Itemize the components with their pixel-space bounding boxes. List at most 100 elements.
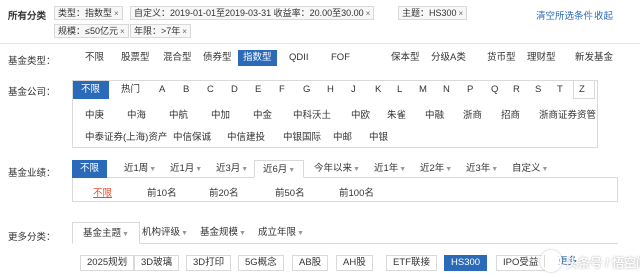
type-option[interactable]: 不限 bbox=[80, 50, 109, 66]
theme-option[interactable]: AB股 bbox=[292, 255, 329, 271]
filter-summary-bar: 所有分类 类型：指数型 × 自定义：2019-01-01至2019-03-31 收… bbox=[0, 0, 640, 44]
company-item[interactable]: 中加 bbox=[211, 107, 230, 121]
company-item[interactable]: 中信建投 bbox=[227, 129, 265, 143]
company-tab[interactable]: A bbox=[151, 81, 174, 99]
theme-option[interactable]: AH股 bbox=[336, 255, 373, 271]
company-item[interactable]: 中银国际 bbox=[283, 129, 321, 143]
type-option[interactable]: 分级A类 bbox=[426, 50, 471, 66]
type-option[interactable]: 混合型 bbox=[158, 50, 197, 66]
theme-option[interactable]: IPO受益 bbox=[496, 255, 546, 271]
perf-tab-label: 近3月 bbox=[216, 163, 241, 174]
type-option[interactable]: 债券型 bbox=[198, 50, 237, 66]
perf-tab[interactable]: 近1年▼ bbox=[366, 160, 414, 178]
more-tab[interactable]: 成立年限▼ bbox=[248, 222, 314, 244]
chip-age[interactable]: 年限：>7年 × bbox=[130, 24, 191, 38]
company-tab[interactable]: Q bbox=[483, 81, 507, 99]
more-tab-selected[interactable]: 基金主题▼ bbox=[72, 222, 140, 244]
company-item[interactable]: 中航 bbox=[169, 107, 188, 121]
company-item[interactable]: 中欧 bbox=[351, 107, 370, 121]
performance-label: 基金业绩： bbox=[8, 168, 56, 179]
type-option[interactable]: 理财型 bbox=[522, 50, 561, 66]
theme-option[interactable]: 2025规划 bbox=[80, 255, 135, 271]
type-option[interactable]: 新发基金 bbox=[570, 50, 618, 66]
company-tab[interactable]: R bbox=[505, 81, 529, 99]
perf-tab[interactable]: 自定义▼ bbox=[504, 160, 556, 178]
chevron-down-icon: ▼ bbox=[541, 166, 549, 173]
company-tab[interactable]: L bbox=[389, 81, 411, 99]
perf-tab[interactable]: 近1周▼ bbox=[116, 160, 164, 178]
perf-tab[interactable]: 近1月▼ bbox=[162, 160, 210, 178]
fund-company-label: 基金公司： bbox=[8, 87, 56, 98]
company-tab[interactable]: B bbox=[175, 81, 198, 99]
company-item[interactable]: 中庚 bbox=[85, 107, 104, 121]
company-tab[interactable]: F bbox=[271, 81, 294, 99]
type-option-active[interactable]: 指数型 bbox=[238, 50, 277, 66]
chip-theme[interactable]: 主题：HS300 × bbox=[398, 6, 468, 20]
theme-option[interactable]: 3D玻璃 bbox=[134, 255, 180, 271]
more-tab[interactable]: 基金规模▼ bbox=[190, 222, 256, 244]
theme-option[interactable]: 5G概念 bbox=[238, 255, 284, 271]
chip-custom-return[interactable]: 自定义：2019-01-01至2019-03-31 收益率：20.00至30.0… bbox=[130, 6, 375, 20]
theme-option-active[interactable]: HS300 bbox=[444, 255, 488, 271]
type-option[interactable]: 保本型 bbox=[386, 50, 425, 66]
rank-option[interactable]: 前20名 bbox=[209, 185, 239, 199]
chevron-down-icon: ▼ bbox=[149, 166, 157, 173]
type-option[interactable]: QDII bbox=[284, 50, 314, 66]
collapse-link[interactable]: 收起 bbox=[594, 8, 613, 22]
perf-tab[interactable]: 近3月▼ bbox=[208, 160, 256, 178]
more-tab[interactable]: 机构评级▼ bbox=[132, 222, 198, 244]
company-tab[interactable]: E bbox=[247, 81, 270, 99]
clear-all-link[interactable]: 清空所选条件 bbox=[536, 8, 593, 22]
company-tab-z[interactable]: Z bbox=[573, 81, 595, 99]
rank-option[interactable]: 前50名 bbox=[275, 185, 305, 199]
company-item[interactable]: 中泰证券(上海)资产 bbox=[85, 129, 167, 143]
theme-option[interactable]: ETF联接 bbox=[386, 255, 437, 271]
perf-tab[interactable]: 近3年▼ bbox=[458, 160, 506, 178]
company-tab[interactable]: C bbox=[199, 81, 223, 99]
company-tab[interactable]: M bbox=[411, 81, 436, 99]
company-tab[interactable]: 热门 bbox=[113, 81, 149, 99]
type-option[interactable]: FOF bbox=[326, 50, 355, 66]
type-option[interactable]: 货币型 bbox=[482, 50, 521, 66]
company-item[interactable]: 中海 bbox=[127, 107, 146, 121]
fund-company-panel: 不限 热门 A B C D E F G H J K L M N P Q R S … bbox=[72, 80, 598, 148]
close-icon[interactable]: × bbox=[182, 27, 187, 36]
company-tab[interactable]: S bbox=[527, 81, 550, 99]
company-item[interactable]: 朱雀 bbox=[387, 107, 406, 121]
company-tab[interactable]: T bbox=[549, 81, 572, 99]
type-option[interactable]: 股票型 bbox=[116, 50, 155, 66]
company-tab[interactable]: N bbox=[435, 81, 459, 99]
company-item[interactable]: 招商 bbox=[501, 107, 520, 121]
company-item[interactable]: 中银 bbox=[369, 129, 388, 143]
chip-size[interactable]: 规模：≤50亿元 × bbox=[54, 24, 129, 38]
close-icon[interactable]: × bbox=[366, 9, 371, 18]
close-icon[interactable]: × bbox=[459, 9, 464, 18]
rank-option[interactable]: 前100名 bbox=[339, 185, 374, 199]
company-tab-active[interactable]: 不限 bbox=[73, 81, 110, 99]
company-item[interactable]: 浙商证券资管 bbox=[539, 107, 596, 121]
theme-option[interactable]: 3D打印 bbox=[186, 255, 232, 271]
company-item[interactable]: 中邮 bbox=[333, 129, 352, 143]
company-item[interactable]: 中信保诚 bbox=[173, 129, 211, 143]
company-tab[interactable]: P bbox=[459, 81, 482, 99]
perf-tab-selected[interactable]: 近6月▼ bbox=[254, 160, 305, 178]
company-tab[interactable]: J bbox=[343, 81, 365, 99]
rank-option-active[interactable]: 不限 bbox=[93, 185, 112, 199]
company-tab[interactable]: K bbox=[367, 81, 390, 99]
company-tab[interactable]: G bbox=[295, 81, 319, 99]
company-item[interactable]: 中金 bbox=[253, 107, 272, 121]
close-icon[interactable]: × bbox=[120, 27, 125, 36]
company-tab[interactable]: D bbox=[223, 81, 247, 99]
rank-option[interactable]: 前10名 bbox=[147, 185, 177, 199]
chip-type[interactable]: 类型：指数型 × bbox=[54, 6, 123, 20]
perf-tab-active[interactable]: 不限 bbox=[72, 160, 108, 178]
company-item[interactable]: 中科沃土 bbox=[293, 107, 331, 121]
perf-tab[interactable]: 近2年▼ bbox=[412, 160, 460, 178]
perf-tab-label: 自定义 bbox=[512, 163, 541, 174]
company-item[interactable]: 浙商 bbox=[463, 107, 482, 121]
perf-tab-label: 近1年 bbox=[374, 163, 399, 174]
perf-tab[interactable]: 今年以来▼ bbox=[306, 160, 368, 178]
close-icon[interactable]: × bbox=[114, 9, 119, 18]
company-item[interactable]: 中融 bbox=[425, 107, 444, 121]
company-tab[interactable]: H bbox=[319, 81, 343, 99]
